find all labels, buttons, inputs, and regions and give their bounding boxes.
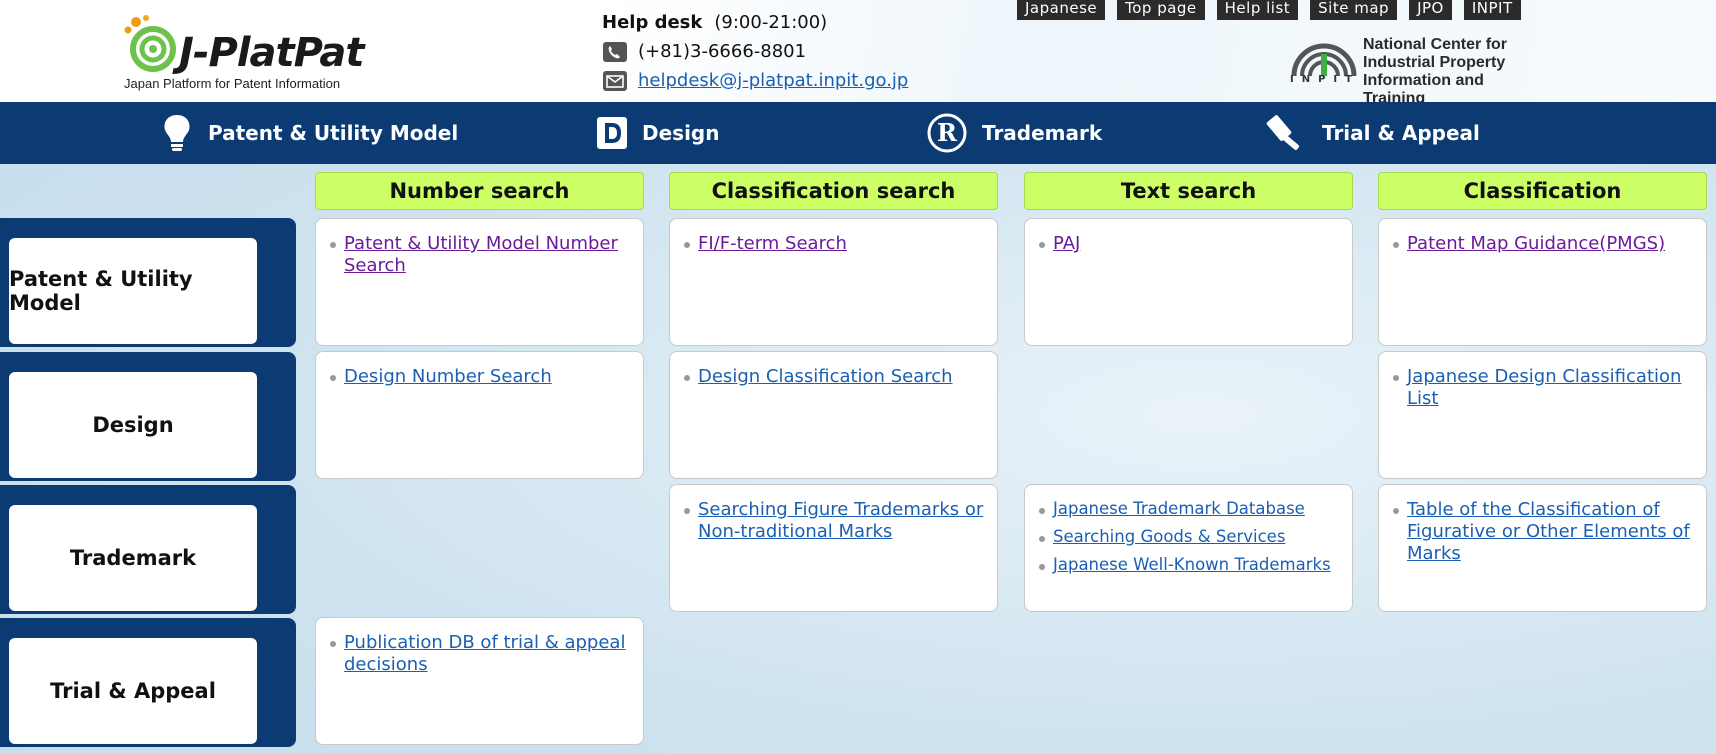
- top-link-site-map[interactable]: Site map: [1310, 0, 1398, 20]
- logo-tagline: Japan Platform for Patent Information: [124, 76, 341, 91]
- list-item: Searching Figure Trademarks or Non-tradi…: [684, 499, 987, 543]
- list-item: Design Number Search: [330, 366, 633, 388]
- main-nav: Patent & Utility Model Design R Trademar…: [0, 102, 1716, 164]
- help-phone: (+81)3-6666-8801: [638, 41, 807, 62]
- inpit-name-line: National Center for: [1363, 36, 1508, 53]
- nav-label: Patent & Utility Model: [208, 121, 459, 145]
- row-label-trial-appeal: Trial & Appeal: [0, 618, 296, 747]
- nav-trademark[interactable]: R Trademark: [926, 102, 1102, 164]
- list-item: Table of the Classification of Figurativ…: [1393, 499, 1696, 565]
- cell-trademark-classification-search: Searching Figure Trademarks or Non-tradi…: [669, 484, 998, 612]
- link-paj[interactable]: PAJ: [1053, 233, 1080, 254]
- link-design-number-search[interactable]: Design Number Search: [344, 366, 552, 387]
- nav-design[interactable]: Design: [596, 102, 719, 164]
- cell-patent-classification: Patent Map Guidance(PMGS): [1378, 218, 1707, 346]
- list-item: Design Classification Search: [684, 366, 987, 388]
- site-header: J-PlatPat Japan Platform for Patent Info…: [0, 0, 1716, 107]
- top-link-help-list[interactable]: Help list: [1216, 0, 1299, 20]
- cell-design-number-search: Design Number Search: [315, 351, 644, 479]
- column-header-classification: Classification: [1378, 172, 1707, 210]
- inpit-logo[interactable]: INPIT National Center for Industrial Pro…: [1290, 36, 1550, 107]
- row-label-text: Trademark: [9, 505, 257, 611]
- inpit-name: National Center for Industrial Property …: [1363, 36, 1550, 108]
- row-label-text: Patent & Utility Model: [9, 238, 257, 344]
- link-japanese-design-classification-list[interactable]: Japanese Design Classification List: [1407, 366, 1681, 409]
- link-searching-figure-trademarks[interactable]: Searching Figure Trademarks or Non-tradi…: [698, 499, 983, 542]
- jplatpat-logo[interactable]: J-PlatPat Japan Platform for Patent Info…: [122, 12, 372, 94]
- column-header-number-search: Number search: [315, 172, 644, 210]
- link-table-classification-figurative-elements[interactable]: Table of the Classification of Figurativ…: [1407, 499, 1690, 564]
- help-email-link[interactable]: helpdesk@j-platpat.inpit.go.jp: [638, 70, 908, 91]
- top-links: Japanese Top page Help list Site map JPO…: [1017, 0, 1521, 20]
- list-item: Publication DB of trial & appeal decisio…: [330, 632, 633, 676]
- column-header-classification-search: Classification search: [669, 172, 998, 210]
- cell-trial-number-search: Publication DB of trial & appeal decisio…: [315, 617, 644, 745]
- nav-patent-utility-model[interactable]: Patent & Utility Model: [160, 102, 458, 164]
- list-item: Japanese Well-Known Trademarks: [1039, 555, 1342, 575]
- cell-trademark-classification: Table of the Classification of Figurativ…: [1378, 484, 1707, 612]
- top-link-japanese[interactable]: Japanese: [1017, 0, 1106, 20]
- jplatpat-logo-icon: [124, 15, 176, 72]
- row-label-text: Trial & Appeal: [9, 638, 257, 744]
- link-japanese-well-known-trademarks[interactable]: Japanese Well-Known Trademarks: [1053, 555, 1331, 574]
- cell-design-classification: Japanese Design Classification List: [1378, 351, 1707, 479]
- inpit-abbr: INPIT: [1290, 74, 1360, 85]
- list-item: Japanese Trademark Database: [1039, 499, 1342, 519]
- cell-patent-classification-search: FI/F-term Search: [669, 218, 998, 346]
- link-searching-goods-services[interactable]: Searching Goods & Services: [1053, 527, 1285, 546]
- mail-icon: [603, 70, 627, 91]
- column-header-text-search: Text search: [1024, 172, 1353, 210]
- nav-trial-appeal[interactable]: Trial & Appeal: [1266, 102, 1480, 164]
- top-link-inpit[interactable]: INPIT: [1463, 0, 1521, 20]
- list-item: Patent & Utility Model Number Search: [330, 233, 633, 277]
- phone-icon: [603, 41, 627, 62]
- link-japanese-trademark-database[interactable]: Japanese Trademark Database: [1053, 499, 1305, 518]
- link-fi-f-term-search[interactable]: FI/F-term Search: [698, 233, 847, 254]
- logo-wordmark: J-PlatPat: [179, 30, 364, 76]
- help-desk-hours: (9:00-21:00): [714, 12, 828, 33]
- list-item: Japanese Design Classification List: [1393, 366, 1696, 410]
- cell-design-classification-search: Design Classification Search: [669, 351, 998, 479]
- design-d-icon: [597, 117, 627, 149]
- list-item: PAJ: [1039, 233, 1342, 255]
- row-label-patent-utility-model: Patent & Utility Model: [0, 218, 296, 347]
- inpit-name-line: Industrial Property: [1363, 54, 1506, 71]
- help-desk: Help desk (9:00-21:00) (+81)3-6666-8801 …: [602, 8, 908, 95]
- link-patent-utility-model-number-search[interactable]: Patent & Utility Model Number Search: [344, 233, 618, 276]
- row-label-trademark: Trademark: [0, 485, 296, 614]
- list-item: Patent Map Guidance(PMGS): [1393, 233, 1696, 255]
- nav-label: Design: [642, 121, 720, 145]
- list-item: FI/F-term Search: [684, 233, 987, 255]
- help-desk-title: Help desk: [602, 12, 703, 33]
- link-patent-map-guidance[interactable]: Patent Map Guidance(PMGS): [1407, 233, 1665, 254]
- row-label-text: Design: [9, 372, 257, 478]
- cell-trademark-text-search: Japanese Trademark Database Searching Go…: [1024, 484, 1353, 612]
- link-publication-db-trial-appeal[interactable]: Publication DB of trial & appeal decisio…: [344, 632, 625, 675]
- row-label-design: Design: [0, 352, 296, 481]
- svg-text:R: R: [937, 118, 958, 147]
- lightbulb-icon: [164, 115, 190, 151]
- cell-patent-text-search: PAJ: [1024, 218, 1353, 346]
- gavel-icon: [1266, 115, 1300, 150]
- cell-patent-number-search: Patent & Utility Model Number Search: [315, 218, 644, 346]
- top-link-jpo[interactable]: JPO: [1409, 0, 1452, 20]
- nav-label: Trial & Appeal: [1322, 121, 1480, 145]
- registered-r-icon: R: [927, 113, 967, 153]
- list-item: Searching Goods & Services: [1039, 527, 1342, 547]
- nav-label: Trademark: [982, 121, 1103, 145]
- inpit-emblem-icon: [1291, 43, 1357, 76]
- link-design-classification-search[interactable]: Design Classification Search: [698, 366, 953, 387]
- top-link-top-page[interactable]: Top page: [1117, 0, 1205, 20]
